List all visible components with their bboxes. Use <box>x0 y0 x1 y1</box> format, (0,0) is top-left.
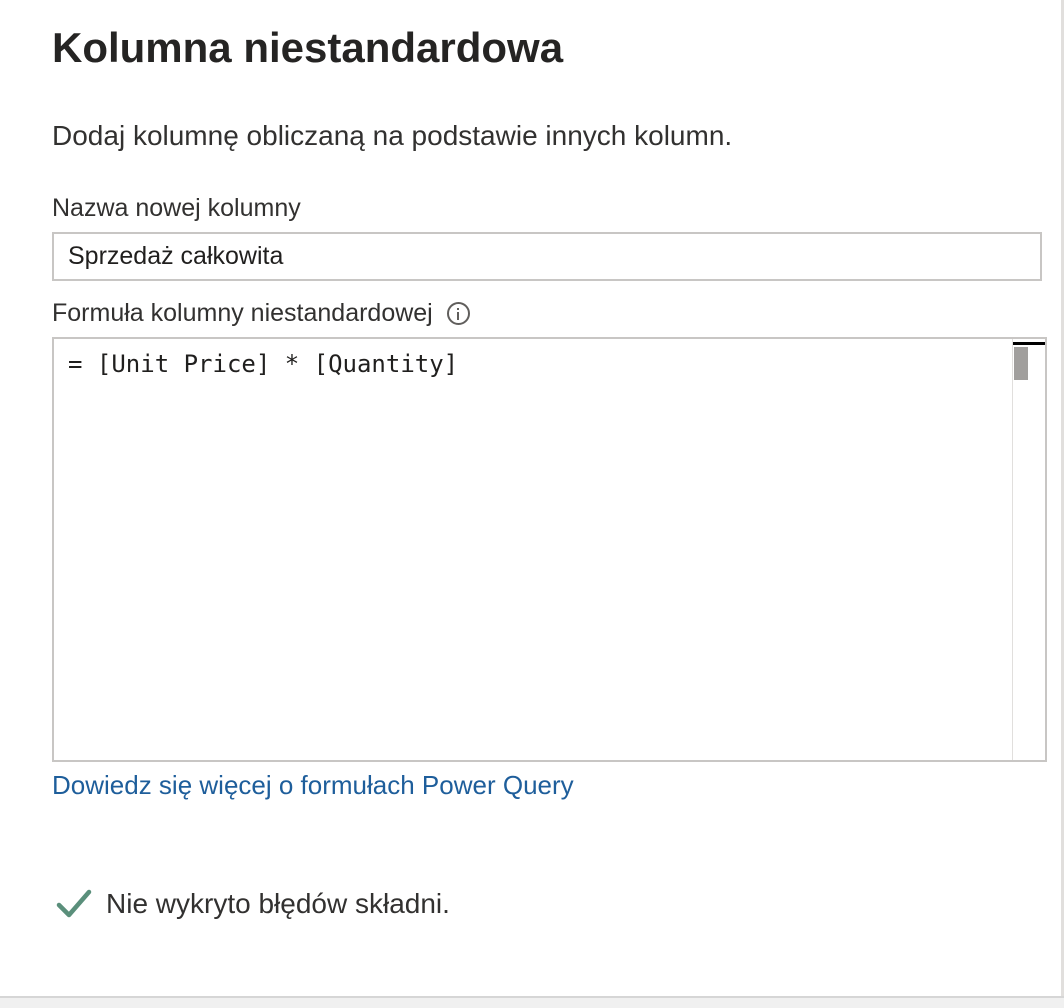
dialog-description: Dodaj kolumnę obliczaną na podstawie inn… <box>52 120 733 151</box>
column-name-label: Nazwa nowej kolumny <box>52 194 301 222</box>
column-name-input[interactable] <box>52 232 1042 281</box>
formula-textarea[interactable]: = [Unit Price] * [Quantity] <box>68 349 998 749</box>
scrollbar-top-marker <box>1013 342 1045 345</box>
info-icon[interactable] <box>446 302 470 325</box>
learn-more-link[interactable]: Dowiedz się więcej o formułach Power Que… <box>52 770 574 801</box>
dialog-title: Kolumna niestandardowa <box>52 24 564 71</box>
scrollbar-thumb[interactable] <box>1014 347 1028 380</box>
formula-label: Formuła kolumny niestandardowej <box>52 299 433 327</box>
formula-label-row: Formuła kolumny niestandardowej <box>52 299 470 328</box>
syntax-status-text: Nie wykryto błędów składni. <box>106 888 450 919</box>
dialog-bottom-edge <box>0 996 1064 1008</box>
formula-scrollbar[interactable] <box>1012 339 1045 760</box>
formula-editor[interactable]: = [Unit Price] * [Quantity] <box>52 337 1047 762</box>
syntax-status: Nie wykryto błędów składni. <box>56 886 450 922</box>
custom-column-dialog: Kolumna niestandardowa Dodaj kolumnę obl… <box>0 0 1064 1008</box>
checkmark-icon <box>56 889 92 918</box>
